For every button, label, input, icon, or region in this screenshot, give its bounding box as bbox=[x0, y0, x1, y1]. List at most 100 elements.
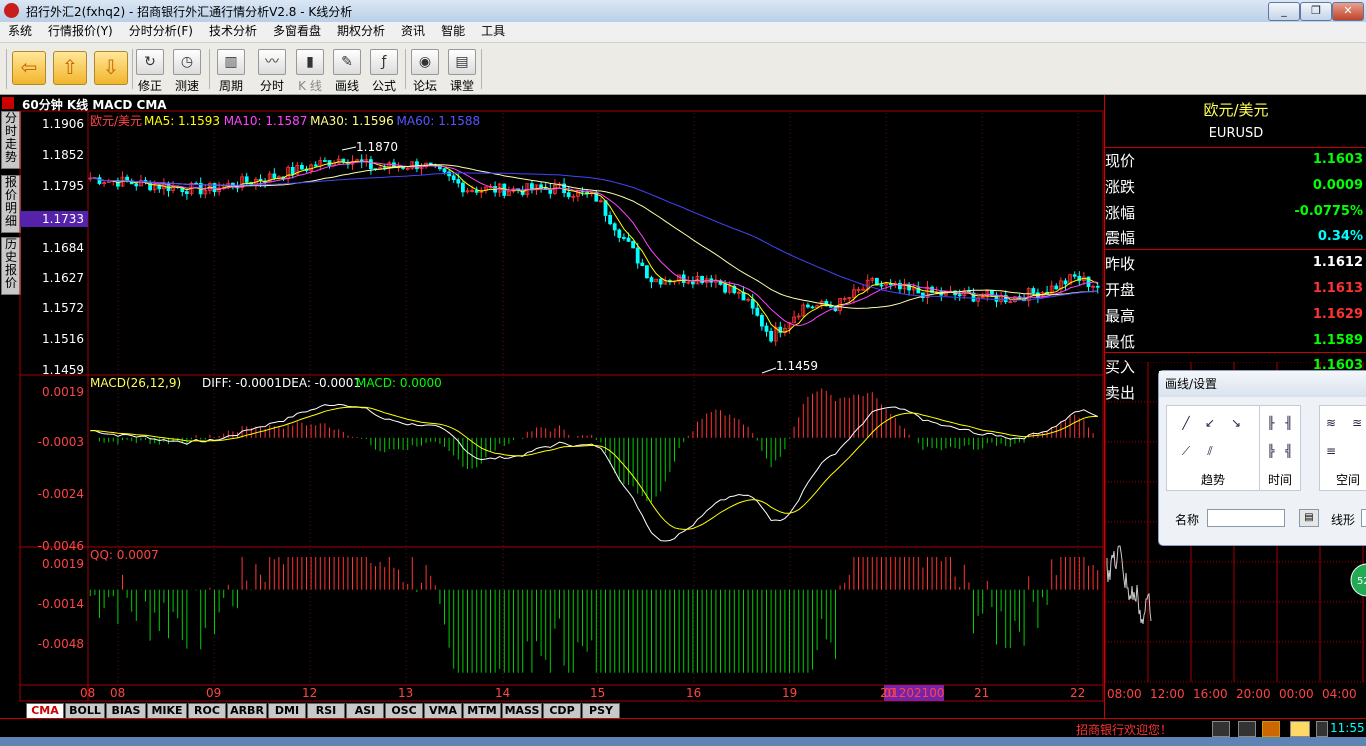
low-label: 1.1459 bbox=[776, 359, 818, 373]
low-marker bbox=[761, 367, 777, 374]
candle-body bbox=[184, 191, 189, 194]
channel-line-icon[interactable]: ⫽ bbox=[1201, 442, 1219, 460]
candle-body bbox=[626, 237, 631, 242]
horizontal-line-icon[interactable]: ≡ bbox=[1322, 442, 1340, 460]
os-taskbar bbox=[0, 737, 1366, 746]
status-bar: 招商银行欢迎您！ 11:55:16 bbox=[0, 718, 1366, 737]
draw-group-time: ╟ ╢ ╠ ╣ 时间 bbox=[1259, 405, 1301, 491]
candle-body bbox=[1031, 288, 1036, 294]
parallel-line-icon[interactable]: ⟋ bbox=[1177, 442, 1195, 460]
network-icon[interactable] bbox=[1212, 721, 1230, 737]
indicator-tab-psy[interactable]: PSY bbox=[582, 703, 620, 719]
indicator-tab-roc[interactable]: ROC bbox=[188, 703, 226, 719]
message-icon[interactable] bbox=[1290, 721, 1310, 737]
indicator-tab-mtm[interactable]: MTM bbox=[463, 703, 501, 719]
ma-legend: MA10: 1.1587 bbox=[224, 114, 308, 128]
mini-time-tick: 00:00 bbox=[1279, 687, 1314, 701]
segment-line-icon[interactable]: ↘ bbox=[1227, 414, 1245, 432]
indicator-tab-osc[interactable]: OSC bbox=[385, 703, 423, 719]
candle-body bbox=[1063, 280, 1068, 285]
macd-tick: -0.0003 bbox=[38, 435, 84, 449]
candle-body bbox=[806, 304, 810, 308]
quote-value: 1.1603 bbox=[1312, 152, 1363, 167]
monitor-icon[interactable] bbox=[1238, 721, 1256, 737]
quote-row: 涨跌 0.0009 bbox=[1105, 173, 1363, 199]
quote-row: 涨幅 -0.0775% bbox=[1105, 199, 1363, 225]
quote-label: 最低 bbox=[1105, 332, 1136, 351]
name-label: 名称 bbox=[1175, 513, 1200, 527]
price-tick: 1.1459 bbox=[42, 363, 84, 377]
candle-body bbox=[368, 159, 373, 170]
time-line-icon[interactable]: ╟ bbox=[1262, 414, 1280, 432]
candle-body bbox=[723, 283, 727, 293]
mini-time-tick: 04:00 bbox=[1322, 687, 1357, 701]
candle-body bbox=[134, 183, 139, 187]
gann-time-icon[interactable]: ╣ bbox=[1280, 442, 1298, 460]
quote-label: 开盘 bbox=[1105, 281, 1136, 299]
x-tick: 12 bbox=[302, 686, 317, 700]
note-icon[interactable] bbox=[1262, 721, 1280, 737]
close-button[interactable]: ✕ bbox=[1332, 2, 1364, 21]
quote-row: 震幅 0.34% bbox=[1105, 224, 1363, 250]
quote-value: 1.1629 bbox=[1312, 306, 1363, 322]
mini-time-tick: 08:00 bbox=[1107, 687, 1142, 701]
macd-value: MACD: 0.0000 bbox=[356, 376, 442, 390]
candle-body bbox=[97, 177, 102, 184]
shape-select[interactable] bbox=[1361, 509, 1366, 527]
quote-row: 现价 1.1603 bbox=[1105, 147, 1363, 173]
x-tick: 08 bbox=[80, 686, 95, 700]
ma-legend: MA60: 1.1588 bbox=[397, 114, 481, 128]
indicator-tab-asi[interactable]: ASI bbox=[346, 703, 384, 719]
quote-row: 开盘 1.1613 bbox=[1105, 276, 1363, 302]
price-tick: 1.1906 bbox=[42, 117, 84, 131]
quote-symbol-code: EURUSD bbox=[1208, 126, 1264, 141]
candle-body bbox=[769, 330, 773, 342]
quote-value: 1.1589 bbox=[1312, 332, 1363, 348]
candle-body bbox=[460, 182, 465, 193]
price-tick: 1.1795 bbox=[42, 179, 84, 193]
indicator-tab-dmi[interactable]: DMI bbox=[268, 703, 306, 719]
quote-label: 涨跌 bbox=[1105, 177, 1136, 196]
indicator-tab-mass[interactable]: MASS bbox=[502, 703, 542, 719]
ma-legend: MA5: 1.1593 bbox=[144, 114, 220, 128]
fibonacci-time-icon[interactable]: ╠ bbox=[1262, 442, 1280, 460]
price-tick: 1.1516 bbox=[42, 332, 84, 346]
percent-line-icon[interactable]: ≋ bbox=[1322, 414, 1340, 432]
macd-diff: DIFF: -0.0001 bbox=[202, 376, 282, 390]
price-tick: 1.1627 bbox=[42, 271, 84, 285]
x-tick: 14 bbox=[495, 686, 510, 700]
draw-dialog-title: 画线/设置 bbox=[1159, 371, 1366, 397]
clock-time: 11:55:16 bbox=[1330, 721, 1366, 735]
indicator-tab-mike[interactable]: MIKE bbox=[147, 703, 187, 719]
candle-body bbox=[322, 160, 327, 162]
indicator-tab-cdp[interactable]: CDP bbox=[543, 703, 581, 719]
ma10-line bbox=[90, 161, 1098, 327]
quote-label: 震幅 bbox=[1105, 229, 1136, 248]
welcome-text: 招商银行欢迎您！ bbox=[1076, 723, 1173, 737]
candle-body bbox=[612, 223, 617, 231]
mini-badge-text: 52 bbox=[1357, 576, 1366, 587]
quote-symbol-name: 欧元/美元 bbox=[1203, 101, 1269, 119]
trend-line-icon[interactable]: ╱ bbox=[1177, 414, 1195, 432]
macd-panel bbox=[90, 388, 1099, 542]
indicator-tab-rsi[interactable]: RSI bbox=[307, 703, 345, 719]
candle-body bbox=[750, 298, 755, 309]
indicator-tab-arbr[interactable]: ARBR bbox=[227, 703, 267, 719]
minimize-button[interactable]: _ bbox=[1268, 2, 1300, 21]
time-cycle-icon[interactable]: ╢ bbox=[1280, 414, 1298, 432]
kline-chart[interactable]: 1.1906 1.1852 1.1795 1.1733 1.1684 1.1627 1.15… bbox=[0, 0, 1104, 702]
golden-line-icon[interactable]: ≊ bbox=[1348, 414, 1366, 432]
candle-body bbox=[617, 229, 622, 238]
candle-body bbox=[299, 164, 304, 170]
indicator-tab-boll[interactable]: BOLL bbox=[65, 703, 105, 719]
candle-body bbox=[622, 237, 626, 239]
indicator-tab-cma[interactable]: CMA bbox=[26, 703, 64, 719]
qq-tick: 0.0019 bbox=[42, 557, 84, 571]
ray-line-icon[interactable]: ↙ bbox=[1201, 414, 1219, 432]
list-icon[interactable]: ▤ bbox=[1299, 509, 1319, 527]
x-tick: 15 bbox=[590, 686, 605, 700]
restore-button[interactable]: ❐ bbox=[1300, 2, 1332, 21]
indicator-tab-vma[interactable]: VMA bbox=[424, 703, 462, 719]
name-input[interactable] bbox=[1207, 509, 1285, 527]
indicator-tab-bias[interactable]: BIAS bbox=[106, 703, 146, 719]
